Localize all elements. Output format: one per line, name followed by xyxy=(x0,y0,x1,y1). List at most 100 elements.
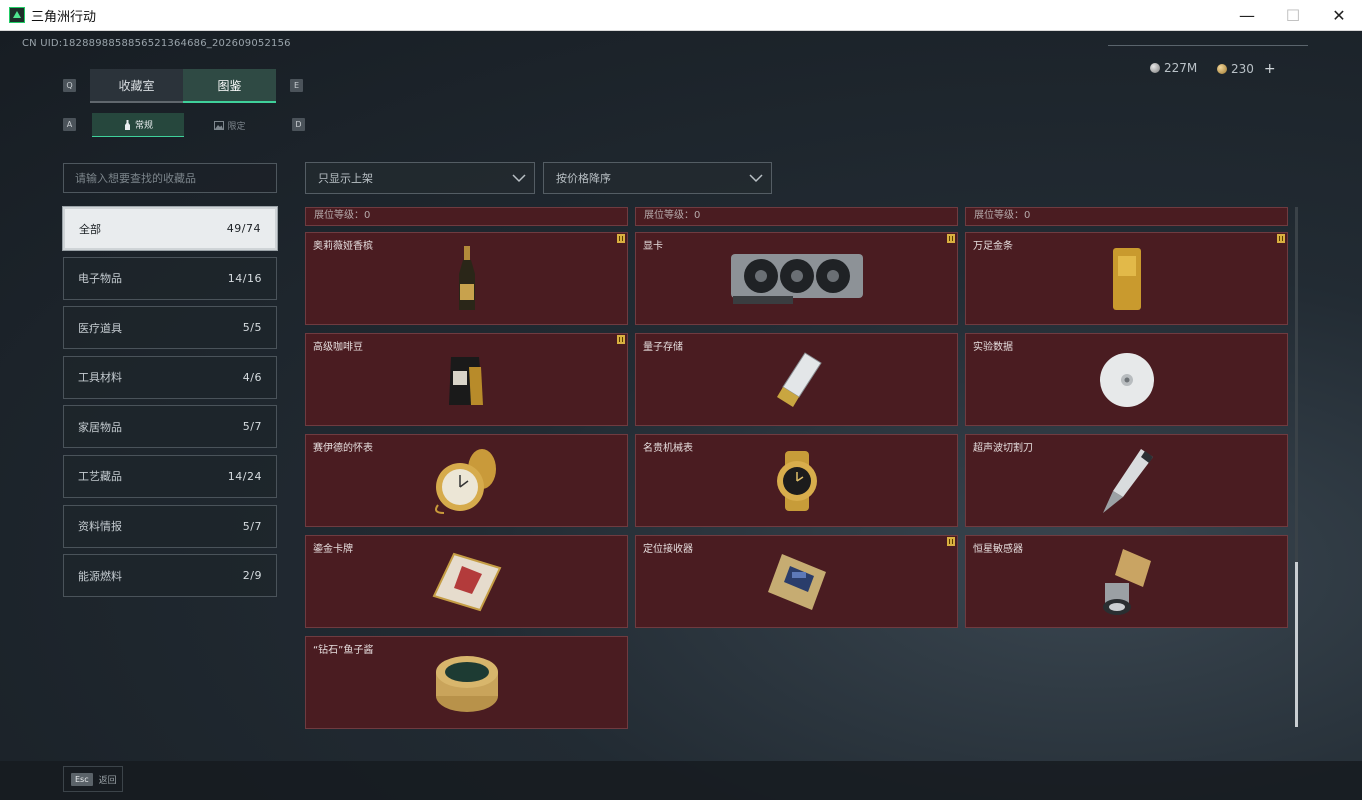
pause-badge-icon xyxy=(947,537,955,546)
collection-card[interactable]: 鎏金卡牌 xyxy=(305,535,628,628)
category-label: 能源燃料 xyxy=(78,569,122,583)
currency-gold-value: 230 xyxy=(1231,62,1254,76)
currency-gold: 230 + xyxy=(1217,61,1276,77)
collection-card[interactable]: 万足金条 xyxy=(965,232,1288,325)
tab-collection-room[interactable]: 收藏室 xyxy=(90,69,183,103)
sub-tabs: 常规 限定 xyxy=(92,113,276,137)
collection-card[interactable]: 量子存储 xyxy=(635,333,958,426)
category-count: 14/24 xyxy=(227,469,262,483)
card-name: 名贵机械表 xyxy=(643,443,693,454)
collection-card[interactable]: 奥莉薇娅香槟 xyxy=(305,232,628,325)
category-label: 资料情报 xyxy=(78,520,122,534)
pocket-watch-icon xyxy=(434,448,496,514)
collection-card[interactable]: “钻石”鱼子酱 xyxy=(305,636,628,729)
category-label: 工具材料 xyxy=(78,371,122,385)
category-count: 5/7 xyxy=(242,519,262,533)
close-button[interactable]: ✕ xyxy=(1316,0,1362,31)
back-button[interactable]: Esc 返回 xyxy=(63,766,123,792)
ultrasonic-cutter-icon xyxy=(1102,448,1153,513)
maximize-button[interactable]: ☐ xyxy=(1270,0,1316,31)
silver-coin-icon xyxy=(1150,63,1160,73)
collection-card[interactable]: 名贵机械表 xyxy=(635,434,958,527)
collection-card[interactable]: 显卡 xyxy=(635,232,958,325)
shelf-filter-dropdown[interactable]: 只显示上架 xyxy=(305,162,535,194)
collection-card[interactable]: 实验数据 xyxy=(965,333,1288,426)
grid-scrollbar-thumb[interactable] xyxy=(1295,562,1298,727)
collection-card[interactable]: 赛伊德的怀表 xyxy=(305,434,628,527)
chevron-down-icon xyxy=(749,174,763,183)
gold-coin-icon xyxy=(1217,64,1227,74)
collection-card[interactable]: 定位接收器 xyxy=(635,535,958,628)
collection-card[interactable]: 展位等级：0 xyxy=(965,207,1288,226)
window-controls: — ☐ ✕ xyxy=(1224,0,1362,31)
tab-next-key: E xyxy=(290,79,303,92)
category-count: 5/5 xyxy=(242,321,262,335)
search-input[interactable]: 请输入想要查找的收藏品 xyxy=(63,163,277,193)
header-divider xyxy=(1108,45,1308,46)
card-level: 展位等级：0 xyxy=(974,210,1031,221)
card-name: 万足金条 xyxy=(973,241,1013,252)
tab-prev-key: Q xyxy=(63,79,76,92)
card-name: “钻石”鱼子酱 xyxy=(313,645,374,656)
shelf-filter-value: 只显示上架 xyxy=(318,172,373,185)
collection-card[interactable]: 展位等级：0 xyxy=(305,207,628,226)
category-household[interactable]: 家居物品 5/7 xyxy=(63,405,277,449)
tab-catalog[interactable]: 图鉴 xyxy=(183,69,276,103)
category-crafts[interactable]: 工艺藏品 14/24 xyxy=(63,454,277,498)
category-electronics[interactable]: 电子物品 14/16 xyxy=(63,256,277,300)
category-label: 全部 xyxy=(79,222,101,236)
subtab-limited[interactable]: 限定 xyxy=(184,113,276,137)
category-energy[interactable]: 能源燃料 2/9 xyxy=(63,554,277,598)
footer-bar xyxy=(0,761,1362,800)
collection-card[interactable]: 展位等级：0 xyxy=(635,207,958,226)
category-list: 全部 49/74 电子物品 14/16 医疗道具 5/5 工具材料 4/6 家居… xyxy=(62,206,278,604)
app-logo-icon xyxy=(9,7,25,23)
card-level: 展位等级：0 xyxy=(644,210,701,221)
graphics-card-icon xyxy=(730,253,863,304)
category-label: 家居物品 xyxy=(78,420,122,434)
card-name: 高级咖啡豆 xyxy=(313,342,363,353)
collection-card[interactable]: 高级咖啡豆 xyxy=(305,333,628,426)
category-label: 工艺藏品 xyxy=(78,470,122,484)
sort-dropdown[interactable]: 按价格降序 xyxy=(543,162,772,194)
category-count: 14/16 xyxy=(227,271,262,285)
category-tools[interactable]: 工具材料 4/6 xyxy=(63,355,277,399)
category-label: 电子物品 xyxy=(78,272,122,286)
card-name: 显卡 xyxy=(643,241,663,252)
card-name: 恒星敏感器 xyxy=(973,544,1023,555)
sort-value: 按价格降序 xyxy=(556,172,611,185)
card-name: 赛伊德的怀表 xyxy=(313,443,373,454)
card-name: 实验数据 xyxy=(973,342,1013,353)
currency-silver-value: 227M xyxy=(1164,61,1198,75)
subtab-next-key: D xyxy=(292,118,305,131)
category-medical[interactable]: 医疗道具 5/5 xyxy=(63,306,277,350)
window-title: 三角洲行动 xyxy=(31,9,97,25)
subtab-prev-key: A xyxy=(63,118,76,131)
pause-badge-icon xyxy=(617,234,625,243)
bottle-icon xyxy=(124,119,130,130)
category-count: 49/74 xyxy=(226,222,261,235)
user-uid: CN UID:1828898858856521364686_2026090521… xyxy=(22,38,291,49)
category-count: 2/9 xyxy=(242,569,262,583)
esc-key-hint: Esc xyxy=(71,772,93,786)
category-all[interactable]: 全部 49/74 xyxy=(62,206,278,251)
minimize-button[interactable]: — xyxy=(1224,0,1270,31)
collection-card[interactable]: 超声波切割刀 xyxy=(965,434,1288,527)
game-viewport: CN UID:1828898858856521364686_2026090521… xyxy=(0,31,1362,800)
caviar-tin-icon xyxy=(435,655,498,712)
subtab-limited-label: 限定 xyxy=(227,121,246,132)
card-name: 超声波切割刀 xyxy=(973,443,1033,454)
chevron-down-icon xyxy=(512,174,526,183)
collection-card[interactable]: 恒星敏感器 xyxy=(965,535,1288,628)
pause-badge-icon xyxy=(947,234,955,243)
card-level: 展位等级：0 xyxy=(314,210,371,221)
card-name: 定位接收器 xyxy=(643,544,693,555)
category-intel[interactable]: 资料情报 5/7 xyxy=(63,504,277,548)
card-name: 鎏金卡牌 xyxy=(313,544,353,555)
mechanical-watch-icon xyxy=(776,450,817,511)
subtab-regular[interactable]: 常规 xyxy=(92,113,184,137)
add-currency-button[interactable]: + xyxy=(1264,61,1276,77)
category-count: 4/6 xyxy=(242,370,262,384)
data-disc-icon xyxy=(1099,352,1154,407)
star-sensor-icon xyxy=(1102,548,1151,615)
